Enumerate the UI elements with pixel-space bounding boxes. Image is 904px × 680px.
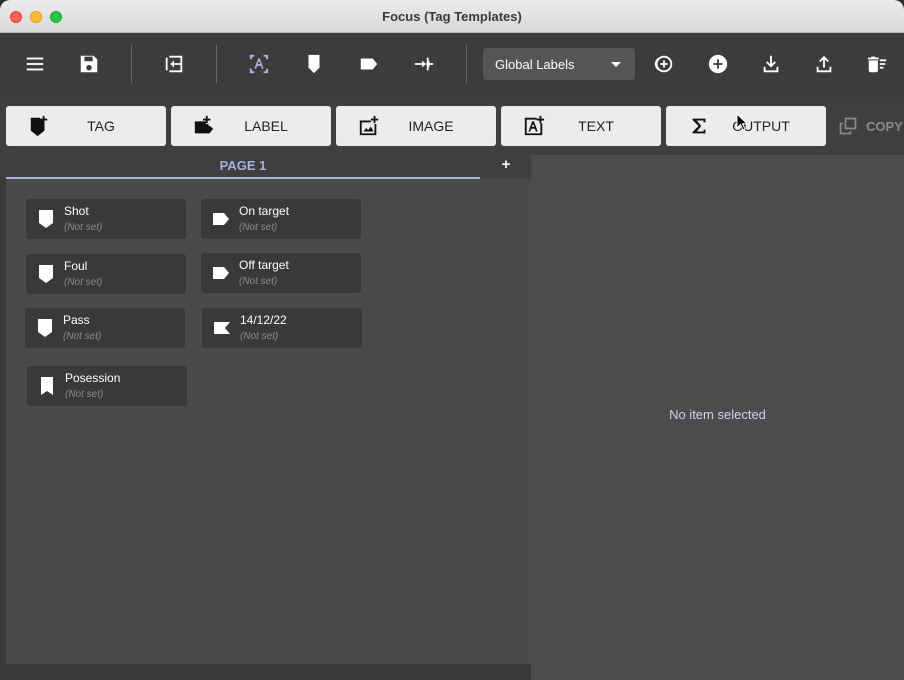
flag-icon xyxy=(214,318,230,338)
bookmark-icon xyxy=(39,376,55,396)
tag-value: (Not set) xyxy=(65,389,104,400)
tag-item-pass[interactable]: Pass (Not set) xyxy=(25,308,185,348)
type-button-label: LABEL xyxy=(244,118,288,134)
type-button-label: TEXT xyxy=(578,118,614,134)
save-icon[interactable] xyxy=(74,49,104,79)
tag-value: (Not set) xyxy=(239,222,278,233)
window-title: Focus (Tag Templates) xyxy=(382,9,522,24)
label-icon xyxy=(213,263,229,283)
add-circle-outline-icon[interactable] xyxy=(649,49,679,79)
mouse-cursor-icon xyxy=(736,113,748,131)
tag-name: Pass xyxy=(63,313,90,327)
add-page-button[interactable]: + xyxy=(495,156,517,178)
tag-item-foul[interactable]: Foul (Not set) xyxy=(26,254,186,294)
add-tag-button[interactable]: TAG xyxy=(6,106,166,146)
tag-item-posession[interactable]: Posession (Not set) xyxy=(27,366,187,406)
global-labels-dropdown[interactable]: Global Labels xyxy=(483,48,635,80)
tag-name: Foul xyxy=(64,259,88,273)
template-canvas[interactable]: Shot (Not set) On target (Not set) Foul … xyxy=(6,179,531,664)
toolbar-divider xyxy=(466,45,467,83)
copy-button[interactable]: COPY xyxy=(838,106,903,146)
bottom-edge xyxy=(0,664,531,680)
type-button-label: IMAGE xyxy=(408,118,454,134)
tag-name: Off target xyxy=(239,258,289,272)
copy-icon xyxy=(839,117,857,135)
item-type-bar: TAG LABEL IMAGE TEXT OUTPUT COPY xyxy=(0,97,904,155)
tag-value: (Not set) xyxy=(240,331,279,342)
tag-item-on-target[interactable]: On target (Not set) xyxy=(201,199,361,239)
tag-value: (Not set) xyxy=(63,331,102,342)
title-bar: Focus (Tag Templates) xyxy=(0,0,904,33)
empty-selection-text: No item selected xyxy=(669,407,766,422)
tag-icon xyxy=(37,318,53,338)
exit-icon[interactable] xyxy=(159,49,189,79)
add-text-button[interactable]: TEXT xyxy=(501,106,661,146)
dropdown-value: Global Labels xyxy=(495,56,575,72)
tag-item-shot[interactable]: Shot (Not set) xyxy=(26,199,186,239)
main-toolbar: Global Labels xyxy=(0,33,904,97)
tag-item-off-target[interactable]: Off target (Not set) xyxy=(201,253,361,293)
label-icon[interactable] xyxy=(354,49,384,79)
tag-name: Posession xyxy=(65,371,121,385)
tag-name: Shot xyxy=(64,204,89,218)
chevron-down-icon xyxy=(611,62,621,67)
text-frame-icon[interactable] xyxy=(244,49,274,79)
tag-value: (Not set) xyxy=(64,222,103,233)
label-icon xyxy=(213,209,229,229)
download-icon[interactable] xyxy=(756,49,786,79)
compare-icon[interactable] xyxy=(409,49,439,79)
detail-panel: No item selected xyxy=(531,155,904,680)
delete-sweep-icon[interactable] xyxy=(862,49,892,79)
add-circle-icon[interactable] xyxy=(703,49,733,79)
toolbar-divider xyxy=(216,45,217,83)
tag-name: 14/12/22 xyxy=(240,313,287,327)
menu-icon[interactable] xyxy=(20,49,50,79)
add-image-button[interactable]: IMAGE xyxy=(336,106,496,146)
tag-icon xyxy=(38,209,54,229)
tag-item-date[interactable]: 14/12/22 (Not set) xyxy=(202,308,362,348)
tag-icon[interactable] xyxy=(299,49,329,79)
tag-value: (Not set) xyxy=(64,277,103,288)
upload-icon[interactable] xyxy=(809,49,839,79)
tag-name: On target xyxy=(239,204,290,218)
add-label-button[interactable]: LABEL xyxy=(171,106,331,146)
page-tabs: PAGE 1 + xyxy=(0,155,531,179)
copy-label: COPY xyxy=(866,118,903,134)
type-button-label: TAG xyxy=(87,118,115,134)
tab-page-1[interactable]: PAGE 1 xyxy=(6,155,480,179)
tag-value: (Not set) xyxy=(239,276,278,287)
tag-icon xyxy=(38,264,54,284)
app-window: Focus (Tag Templates) Global Labels TAG … xyxy=(0,0,904,680)
toolbar-divider xyxy=(131,45,132,83)
